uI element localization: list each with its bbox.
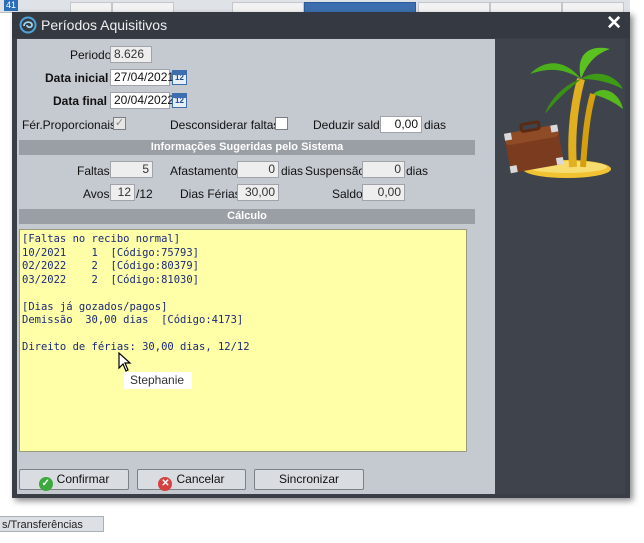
data-inicial-label: Data inicial (45, 71, 109, 85)
saldo-label: Saldo (332, 187, 363, 201)
faltas-label: Faltas (77, 164, 110, 178)
suspensao-label: Suspensão (305, 164, 366, 178)
dias-ferias-label: Dias Férias (180, 187, 241, 201)
illustration-pane (495, 39, 625, 494)
calendar-icon[interactable]: 12 (172, 93, 187, 108)
palm-island-suitcase-icon (503, 47, 623, 178)
sincronizar-button[interactable]: Sincronizar (254, 469, 364, 490)
calculo-section-header: Cálculo (19, 209, 475, 224)
data-final-label: Data final (53, 94, 108, 108)
data-final-field[interactable]: 20/04/2022 (110, 92, 174, 109)
calculo-line: Demissão 30,00 dias [Código:4173] (22, 314, 244, 326)
user-tooltip: Stephanie (124, 372, 192, 389)
suspensao-unit: dias (406, 164, 429, 178)
avos-field[interactable]: 12 (110, 184, 135, 201)
afastamento-field[interactable]: 0 (237, 161, 279, 178)
calculo-line: 03/2022 2 [Código:81030] (22, 273, 200, 286)
dias-ferias-field[interactable]: 30,00 (237, 184, 279, 201)
data-inicial-field[interactable]: 27/04/2021 (110, 69, 174, 86)
afastamento-unit: dias (281, 164, 304, 178)
deduzir-saldo-label: Deduzir saldo (313, 118, 387, 132)
fer-proporcionais-label: Fér.Proporcionais (22, 118, 117, 132)
mouse-pointer-icon (118, 352, 132, 372)
periodo-field[interactable]: 8.626 (110, 46, 152, 63)
close-button[interactable]: ✕ (606, 14, 622, 34)
faltas-field[interactable]: 5 (110, 161, 153, 178)
sugeridas-section-header: Informações Sugeridas pelo Sistema (19, 140, 475, 155)
calculo-line: Direito de férias: 30,00 dias, 12/12 (22, 341, 250, 353)
deduzir-saldo-unit: dias (424, 118, 447, 132)
calculo-memo[interactable]: [Faltas no recibo normal] 10/2021 1 [Cód… (19, 229, 467, 452)
calculo-line: 02/2022 2 [Código:80379] (22, 260, 200, 272)
calculo-line: 10/2021 1 [Código:75793] (22, 246, 200, 259)
afastamento-label: Afastamento (170, 164, 238, 178)
desconsiderar-faltas-label: Desconsiderar faltas (170, 118, 280, 132)
avos-total: /12 (136, 187, 153, 201)
avos-label: Avos (83, 187, 110, 201)
cancelar-button[interactable]: ✕ Cancelar (137, 469, 246, 491)
suspensao-field[interactable]: 0 (362, 161, 405, 178)
app-swirl-icon (19, 16, 37, 34)
deduzir-saldo-field[interactable]: 0,00 (380, 116, 422, 133)
background-badge: 41 (4, 0, 19, 11)
desconsiderar-faltas-checkbox[interactable] (275, 117, 288, 130)
calculo-line (22, 287, 464, 301)
confirmar-label: Confirmar (56, 472, 110, 486)
check-circle-icon: ✓ (38, 477, 53, 491)
cancelar-label: Cancelar (176, 472, 225, 486)
dialog-title: Períodos Aquisitivos (41, 17, 168, 33)
confirmar-button[interactable]: ✓ Confirmar (19, 469, 129, 491)
background-bottom-tab[interactable]: s/Transferências (0, 516, 104, 532)
fer-proporcionais-checkbox[interactable]: ✓ (113, 117, 126, 130)
calculo-line: [Dias já gozados/pagos] (22, 300, 168, 313)
calculo-line: [Faltas no recibo normal] (22, 233, 181, 245)
calculo-line (22, 328, 464, 342)
calendar-icon[interactable]: 12 (172, 70, 187, 85)
periodo-label: Periodo (70, 48, 112, 62)
title-bar[interactable]: Períodos Aquisitivos ✕ (12, 12, 630, 38)
x-circle-icon: ✕ (158, 477, 173, 491)
saldo-field[interactable]: 0,00 (362, 184, 405, 201)
